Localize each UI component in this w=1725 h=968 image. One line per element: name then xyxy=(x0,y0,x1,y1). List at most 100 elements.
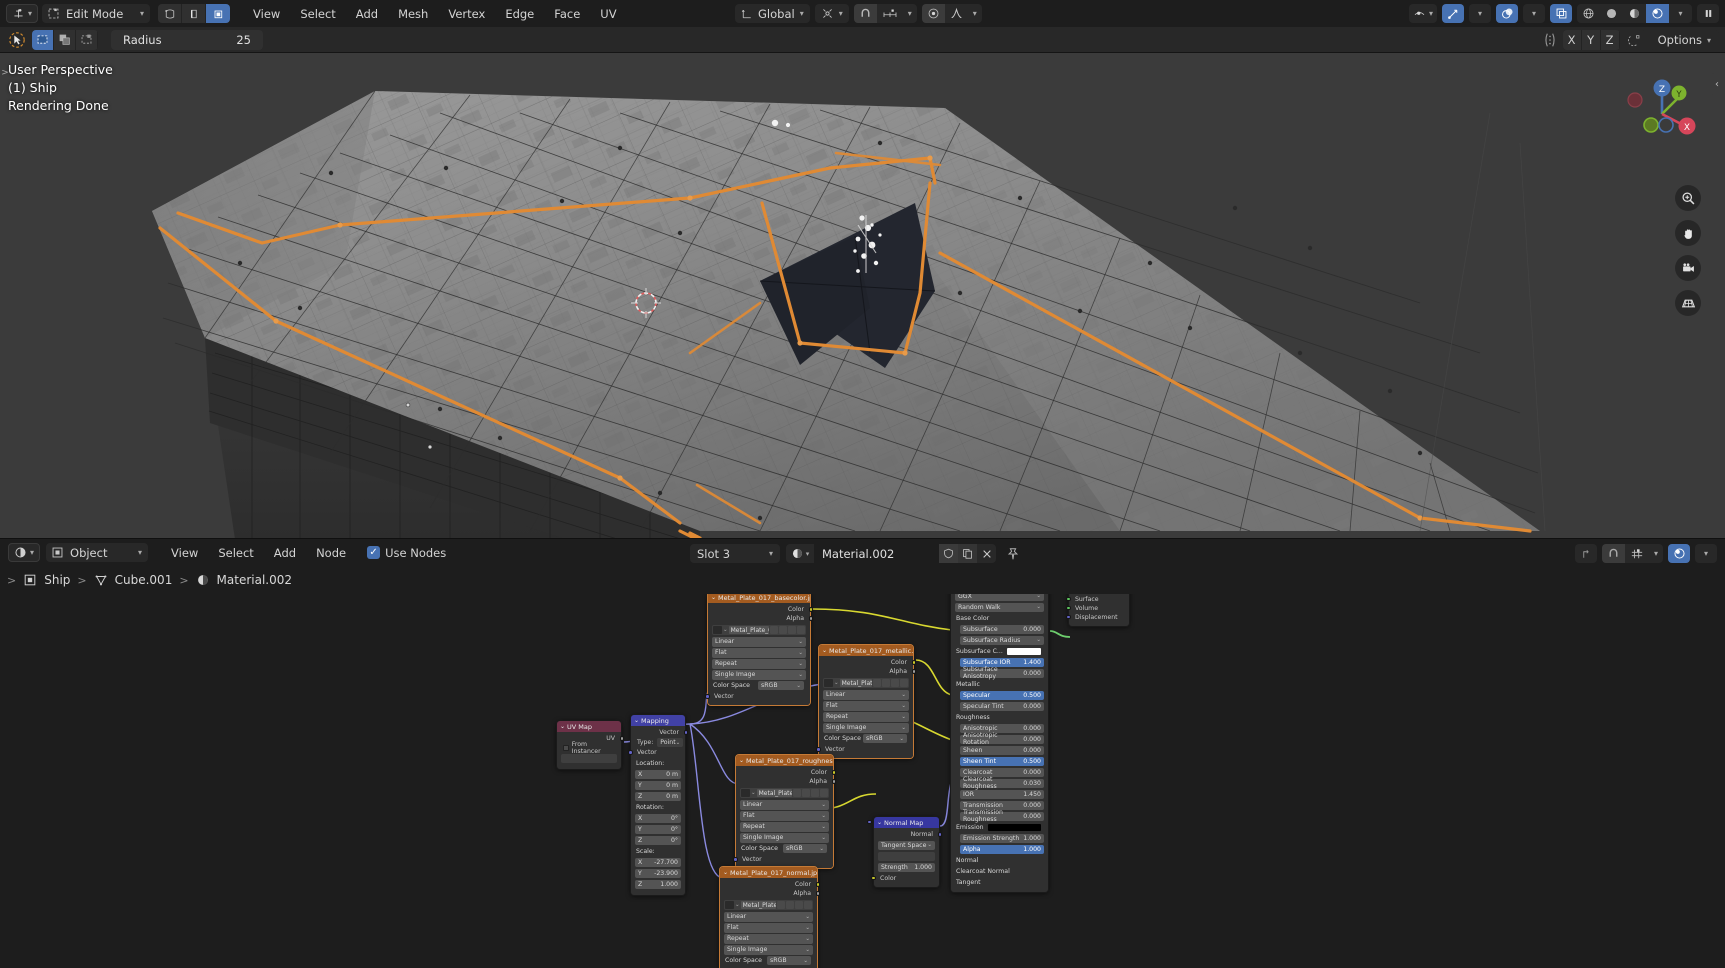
node-tex-roughness[interactable]: ⌄ Metal_Plate_017_roughness.jpg.001 Colo… xyxy=(733,754,836,869)
snapping-magnet-icon[interactable] xyxy=(853,4,877,23)
x-icon[interactable] xyxy=(977,544,996,563)
box-select-icon[interactable] xyxy=(32,29,54,50)
menu-uv[interactable]: UV xyxy=(591,4,625,24)
image-open-icon[interactable] xyxy=(788,626,796,634)
snap-grid-icon[interactable] xyxy=(1625,544,1649,563)
options-button[interactable]: Options ▾ xyxy=(1649,30,1719,50)
socket-normal-out[interactable] xyxy=(937,832,942,837)
shield-icon[interactable] xyxy=(939,544,958,563)
rotation-y-field[interactable]: Y 0° xyxy=(635,824,681,834)
bsdf-swatch-emission[interactable] xyxy=(987,823,1041,831)
extension-roughness[interactable]: Repeat ⌄ xyxy=(740,822,829,832)
socket-vector-in-metallic[interactable] xyxy=(816,747,821,752)
bsdf-row-ior[interactable]: IOR 1.450 xyxy=(960,789,1044,799)
mapping-vector-input-row[interactable]: Vector xyxy=(628,748,681,757)
socket-displacement[interactable] xyxy=(1066,614,1071,619)
bsdf-row-base-color[interactable]: Base Color xyxy=(955,614,1044,624)
transform-orientation-selector[interactable]: Global ▾ xyxy=(735,4,810,23)
image-name-metallic[interactable]: Metal_Plate_017... xyxy=(839,679,872,687)
colorspace-row-roughness[interactable]: Color Space sRGB ⌄ xyxy=(740,844,829,854)
material-preview-shading-icon[interactable] xyxy=(1623,4,1646,23)
image-name-basecolor[interactable]: Metal_Plate_017... xyxy=(728,626,769,634)
image-unlink-icon[interactable] xyxy=(804,901,812,909)
shading-dropdown[interactable]: ▾ xyxy=(1669,4,1692,23)
image-users-icon[interactable] xyxy=(793,789,801,797)
location-y-field[interactable]: Y 0 m xyxy=(635,780,681,790)
extension-basecolor[interactable]: Repeat ⌄ xyxy=(712,659,806,669)
projection-basecolor[interactable]: Flat ⌄ xyxy=(712,648,806,658)
image-open-icon[interactable] xyxy=(795,901,803,909)
socket-vector-out[interactable] xyxy=(683,730,688,735)
socket-row-alpha-metallic[interactable]: Alpha xyxy=(823,667,916,676)
menu-view[interactable]: View xyxy=(244,4,289,24)
node-tex-basecolor[interactable]: ⌄ Metal_Plate_017_basecolor.jpg.001 Colo… xyxy=(705,594,813,706)
node-tex-metallic[interactable]: ⌄ Metal_Plate_017_metallic.jpg.001 Color… xyxy=(816,644,916,759)
socket-vector-in-basecolor[interactable] xyxy=(705,694,710,699)
arrow-up-icon[interactable] xyxy=(1574,544,1597,563)
snap-dropdown[interactable]: ▾ xyxy=(903,4,917,23)
normal-map-space[interactable]: Tangent Space ⌄ xyxy=(878,840,935,850)
snap-icon[interactable] xyxy=(1601,544,1625,563)
normal-map-strength[interactable]: Strength 1.000 xyxy=(867,819,935,872)
image-open-icon[interactable] xyxy=(811,789,819,797)
rotation-z-field[interactable]: Z 0° xyxy=(635,835,681,845)
radius-field[interactable]: Radius 25 xyxy=(111,29,263,50)
socket-strength-in[interactable] xyxy=(867,819,872,824)
projection-normal[interactable]: Flat ⌄ xyxy=(724,923,813,933)
bsdf-row-specular-tint[interactable]: Specular Tint 0.000 xyxy=(960,701,1044,711)
material-output-volume-row[interactable]: Volume xyxy=(1066,604,1125,613)
vector-input-metallic[interactable]: Vector xyxy=(816,745,909,754)
falloff-curve-icon[interactable] xyxy=(945,4,968,23)
breadcrumb-item-material[interactable]: Material.002 xyxy=(196,573,292,587)
image-fake-user-icon[interactable] xyxy=(779,626,787,634)
image-browse-icon[interactable] xyxy=(741,789,750,797)
image-browse-icon[interactable] xyxy=(725,901,734,909)
mirror-axis-x[interactable]: X xyxy=(1562,30,1582,50)
use-nodes-toggle[interactable]: ✓ Use Nodes xyxy=(367,546,446,560)
mapping-type-row[interactable]: Type: Point ⌄ xyxy=(635,737,684,748)
node-header-tex-basecolor[interactable]: ⌄ Metal_Plate_017_basecolor.jpg.001 xyxy=(708,594,810,603)
scale-z-field[interactable]: Z 1.000 xyxy=(635,879,681,889)
mapping-type-value-box[interactable]: Point ⌄ xyxy=(657,738,684,747)
vertex-select-icon[interactable] xyxy=(158,4,183,23)
image-datablock-roughness[interactable]: ⌄ Metal_Plate_017... xyxy=(740,788,829,798)
solid-shading-icon[interactable] xyxy=(1600,4,1623,23)
socket-row-color-basecolor[interactable]: Color xyxy=(712,605,813,614)
pin-icon[interactable] xyxy=(1002,547,1024,561)
set-select-icon[interactable] xyxy=(54,29,76,50)
topology-mirror-icon[interactable] xyxy=(1623,30,1646,50)
source-metallic[interactable]: Single Image ⌄ xyxy=(823,723,909,733)
gizmo-toggle[interactable] xyxy=(1442,4,1464,23)
image-name-normal[interactable]: Metal_Plate_017... xyxy=(740,901,776,909)
falloff-dropdown[interactable]: ▾ xyxy=(968,4,982,23)
bsdf-row-tangent[interactable]: Tangent xyxy=(955,878,1044,888)
extension-metallic[interactable]: Repeat ⌄ xyxy=(823,712,909,722)
rotation-x-field[interactable]: X 0° xyxy=(635,813,681,823)
tweak-cursor-icon[interactable] xyxy=(6,29,27,50)
bsdf-row-transmission-roughness[interactable]: Transmission Roughness 0.000 xyxy=(960,809,1044,823)
image-unlink-icon[interactable] xyxy=(820,789,828,797)
overlays-toggle[interactable] xyxy=(1496,4,1518,23)
pause-icon[interactable] xyxy=(1697,4,1719,23)
sidebar-collapse-arrow[interactable]: ‹ xyxy=(1711,73,1723,95)
socket-alpha-roughness[interactable] xyxy=(831,779,836,784)
mirror-axis-y[interactable]: Y xyxy=(1581,30,1601,50)
node-menu-view[interactable]: View xyxy=(162,543,207,563)
socket-volume[interactable] xyxy=(1066,605,1071,610)
normal-map-uv-field[interactable] xyxy=(878,851,935,861)
socket-alpha-metallic[interactable] xyxy=(911,669,916,674)
orthographic-grid-icon[interactable] xyxy=(1675,290,1701,316)
navigation-gizmo[interactable]: Z Y X xyxy=(1621,73,1703,155)
node-header-tex-metallic[interactable]: ⌄ Metal_Plate_017_metallic.jpg.001 xyxy=(819,645,913,656)
menu-face[interactable]: Face xyxy=(545,4,589,24)
shader-editor-type-selector[interactable]: ▾ xyxy=(8,543,41,562)
socket-mapping-vector-in[interactable] xyxy=(628,750,633,755)
socket-alpha-normal[interactable] xyxy=(815,891,820,896)
scale-y-field[interactable]: Y -23.900 xyxy=(635,868,681,878)
3d-viewport[interactable]: > User Perspective (1) Ship Rendering Do… xyxy=(0,53,1725,538)
material-browse-button[interactable]: ▾ xyxy=(786,547,814,560)
camera-icon[interactable] xyxy=(1675,255,1701,281)
socket-color-roughness[interactable] xyxy=(831,770,836,775)
node-header-normal-map[interactable]: ⌄ Normal Map xyxy=(874,817,939,828)
rendered-shading-icon[interactable] xyxy=(1646,4,1669,23)
